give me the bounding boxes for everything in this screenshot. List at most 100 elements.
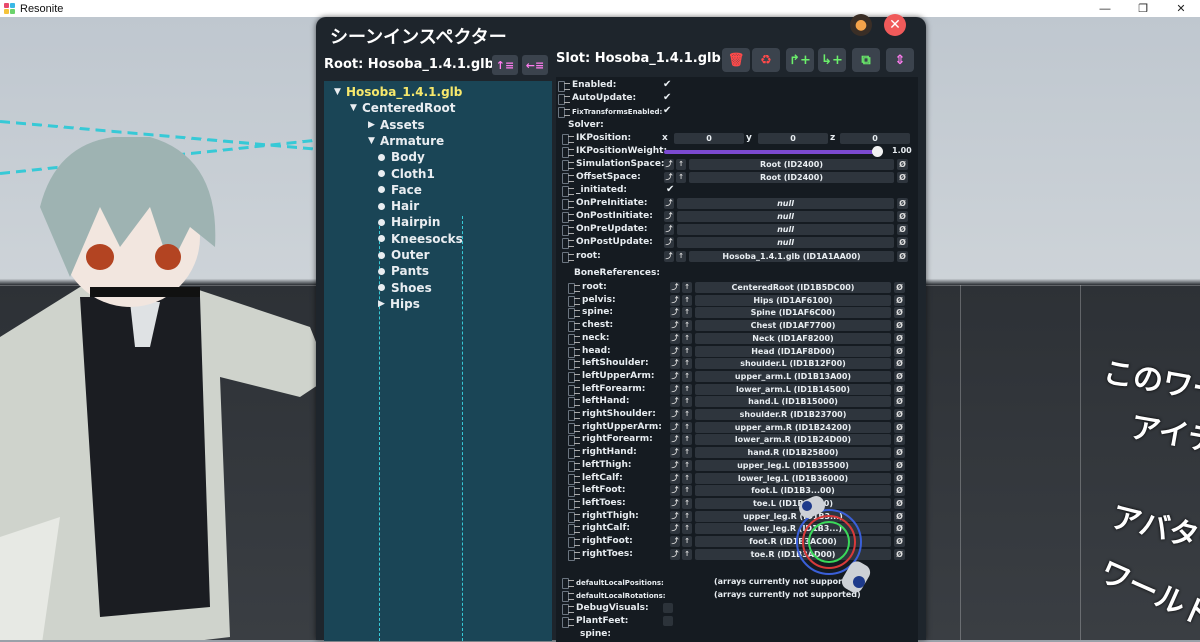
reference-up-button[interactable]: ↑ bbox=[682, 294, 692, 306]
auto-update-checkbox[interactable]: ✔ bbox=[663, 93, 673, 103]
reference-grab-button[interactable]: ⤴ bbox=[664, 237, 674, 248]
tree-item[interactable]: Shoes bbox=[378, 281, 432, 295]
reference-up-button[interactable]: ↑ bbox=[676, 251, 686, 262]
reference-up-button[interactable]: ↑ bbox=[676, 159, 686, 170]
tree-item[interactable]: Pants bbox=[378, 264, 429, 278]
transform-gizmo[interactable] bbox=[771, 492, 891, 612]
tree-item[interactable]: Body bbox=[378, 150, 425, 164]
reference-up-button[interactable]: ↑ bbox=[682, 497, 692, 509]
null-reference-button[interactable]: Ø bbox=[897, 198, 908, 209]
null-reference-button[interactable]: Ø bbox=[897, 172, 908, 183]
reference-grab-button[interactable]: ⤴ bbox=[670, 282, 680, 293]
tree-item[interactable]: Kneesocks bbox=[378, 232, 463, 246]
bone-reference-field[interactable]: hand.L (ID1B15000) bbox=[695, 396, 891, 408]
null-reference-button[interactable]: Ø bbox=[897, 211, 908, 222]
duplicate-button[interactable]: ⧉ bbox=[852, 48, 880, 72]
enabled-checkbox[interactable]: ✔ bbox=[663, 80, 673, 90]
reference-up-button[interactable]: ↑ bbox=[682, 536, 692, 547]
reference-grab-button[interactable]: ⤴ bbox=[670, 459, 680, 471]
reference-grab-button[interactable]: ⤴ bbox=[670, 307, 680, 319]
root-up-button[interactable]: ↑≡ bbox=[492, 55, 518, 75]
reference-grab-button[interactable]: ⤴ bbox=[664, 251, 674, 262]
reference-grab-button[interactable]: ⤴ bbox=[664, 224, 674, 235]
null-reference-button[interactable]: Ø bbox=[894, 358, 905, 370]
reference-grab-button[interactable]: ⤴ bbox=[670, 510, 680, 522]
null-reference-button[interactable]: Ø bbox=[897, 251, 908, 262]
bone-reference-field[interactable]: upper_leg.L (ID1B35500) bbox=[695, 459, 891, 471]
expand-down-icon[interactable]: ▼ bbox=[350, 103, 362, 113]
bone-reference-field[interactable]: shoulder.L (ID1B12F00) bbox=[695, 358, 891, 370]
close-panel-button[interactable]: ✕ bbox=[884, 14, 906, 36]
reference-up-button[interactable]: ↑ bbox=[682, 485, 692, 497]
null-reference-button[interactable]: Ø bbox=[894, 459, 905, 471]
tree-item[interactable]: Outer bbox=[378, 248, 430, 262]
bone-reference-field[interactable]: lower_arm.R (ID1B24D00) bbox=[695, 434, 891, 446]
on-post-update-field[interactable]: null bbox=[677, 237, 894, 248]
ik-weight-slider-knob[interactable] bbox=[872, 146, 883, 157]
reference-grab-button[interactable]: ⤴ bbox=[670, 294, 680, 306]
bone-reference-field[interactable]: Spine (ID1AF6C00) bbox=[695, 307, 891, 319]
ik-position-y-field[interactable]: 0 bbox=[758, 133, 828, 144]
slot-hierarchy[interactable]: ▼ Hosoba_1.4.1.glb ▼ CenteredRoot ▶ Assets ▼ Ar… bbox=[324, 81, 552, 641]
null-reference-button[interactable]: Ø bbox=[894, 345, 905, 357]
reference-grab-button[interactable]: ⤴ bbox=[670, 548, 680, 560]
add-child-button[interactable]: ↳+ bbox=[818, 48, 846, 72]
reference-up-button[interactable]: ↑ bbox=[682, 320, 692, 332]
tree-item[interactable]: ▶ Assets bbox=[368, 118, 425, 132]
bone-reference-field[interactable]: Hips (ID1AF6100) bbox=[695, 294, 891, 306]
reference-grab-button[interactable]: ⤴ bbox=[670, 497, 680, 509]
reference-up-button[interactable]: ↑ bbox=[682, 358, 692, 370]
expand-right-icon[interactable]: ▶ bbox=[378, 299, 390, 309]
null-reference-button[interactable]: Ø bbox=[894, 485, 905, 497]
reference-up-button[interactable]: ↑ bbox=[682, 472, 692, 484]
tree-item[interactable]: ▶ Hips bbox=[378, 297, 420, 311]
expand-down-icon[interactable]: ▼ bbox=[368, 136, 380, 146]
tree-item[interactable]: Hair bbox=[378, 199, 419, 213]
reset-transform-button[interactable]: ⇕ bbox=[886, 48, 914, 72]
reference-up-button[interactable]: ↑ bbox=[676, 172, 686, 183]
null-reference-button[interactable]: Ø bbox=[894, 510, 905, 522]
ik-weight-slider[interactable] bbox=[664, 150, 878, 154]
null-reference-button[interactable]: Ø bbox=[894, 497, 905, 509]
tree-item[interactable]: Hairpin bbox=[378, 215, 440, 229]
null-reference-button[interactable]: Ø bbox=[894, 332, 905, 344]
null-reference-button[interactable]: Ø bbox=[894, 536, 905, 547]
on-post-initiate-field[interactable]: null bbox=[677, 211, 894, 222]
reference-up-button[interactable]: ↑ bbox=[682, 383, 692, 395]
reference-grab-button[interactable]: ⤴ bbox=[670, 320, 680, 332]
close-window-button[interactable]: ✕ bbox=[1162, 0, 1200, 17]
bone-reference-field[interactable]: lower_arm.L (ID1B14500) bbox=[695, 383, 891, 395]
reference-up-button[interactable]: ↑ bbox=[682, 396, 692, 408]
reference-up-button[interactable]: ↑ bbox=[682, 523, 692, 535]
bone-reference-field[interactable]: shoulder.R (ID1B23700) bbox=[695, 409, 891, 420]
destroy-slot-button[interactable]: 🗑 bbox=[722, 48, 750, 72]
component-inspector[interactable]: Enabled: ✔ AutoUpdate: ✔ FixTransformsEnab… bbox=[556, 77, 918, 642]
reference-grab-button[interactable]: ⤴ bbox=[670, 421, 680, 433]
reference-grab-button[interactable]: ⤴ bbox=[670, 370, 680, 382]
reference-grab-button[interactable]: ⤴ bbox=[670, 472, 680, 484]
reference-grab-button[interactable]: ⤴ bbox=[670, 485, 680, 497]
fix-transforms-checkbox[interactable]: ✔ bbox=[663, 106, 673, 116]
reference-grab-button[interactable]: ⤴ bbox=[670, 396, 680, 408]
reference-grab-button[interactable]: ⤴ bbox=[664, 172, 674, 183]
null-reference-button[interactable]: Ø bbox=[894, 548, 905, 560]
null-reference-button[interactable]: Ø bbox=[894, 307, 905, 319]
tree-item[interactable]: ▼ Hosoba_1.4.1.glb bbox=[334, 85, 462, 99]
bone-reference-field[interactable]: Neck (ID1AF8200) bbox=[695, 332, 891, 344]
null-reference-button[interactable]: Ø bbox=[894, 396, 905, 408]
scene-inspector-panel[interactable]: シーンインスペクター ● ✕ Root: Hosoba_1.4.1.glb ↑≡… bbox=[316, 14, 926, 642]
avatar-model[interactable] bbox=[0, 137, 330, 640]
reference-up-button[interactable]: ↑ bbox=[682, 307, 692, 319]
simulation-space-field[interactable]: Root (ID2400) bbox=[689, 159, 894, 170]
null-reference-button[interactable]: Ø bbox=[894, 294, 905, 306]
on-pre-update-field[interactable]: null bbox=[677, 224, 894, 235]
bone-reference-field[interactable]: upper_arm.R (ID1B24200) bbox=[695, 421, 891, 433]
tree-item[interactable]: Cloth1 bbox=[378, 167, 435, 181]
expand-right-icon[interactable]: ▶ bbox=[368, 120, 380, 130]
minimize-button[interactable]: — bbox=[1086, 0, 1124, 17]
reference-grab-button[interactable]: ⤴ bbox=[664, 211, 674, 222]
null-reference-button[interactable]: Ø bbox=[894, 421, 905, 433]
null-reference-button[interactable]: Ø bbox=[894, 472, 905, 484]
reference-up-button[interactable]: ↑ bbox=[682, 345, 692, 357]
reference-up-button[interactable]: ↑ bbox=[682, 282, 692, 293]
